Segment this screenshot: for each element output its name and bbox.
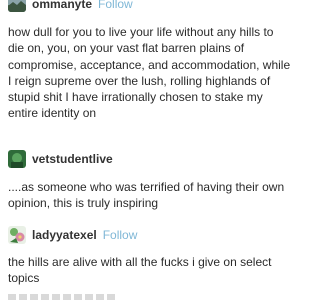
post-1-follow-button[interactable]: Follow xyxy=(98,0,133,11)
post-3-header: ladyyatexel Follow xyxy=(8,226,137,244)
post-2-header: vetstudentlive xyxy=(8,150,113,168)
post-2-username[interactable]: vetstudentlive xyxy=(32,152,113,166)
floral-avatar-icon[interactable] xyxy=(8,226,26,244)
landscape-avatar-icon[interactable] xyxy=(8,0,26,12)
post-1-text: how dull for you to live your life witho… xyxy=(8,25,291,121)
post-3-text: the hills are alive with all the fucks i… xyxy=(8,255,272,286)
post-1-header: ommanyte Follow xyxy=(8,0,133,12)
post-2-text: ....as someone who was terrified of havi… xyxy=(8,180,285,211)
clipped-next-text xyxy=(8,294,118,300)
post-3-username[interactable]: ladyyatexel xyxy=(32,228,97,242)
green-avatar-icon[interactable] xyxy=(8,150,26,168)
post-3-follow-button[interactable]: Follow xyxy=(103,228,138,242)
post-1-username[interactable]: ommanyte xyxy=(32,0,92,11)
